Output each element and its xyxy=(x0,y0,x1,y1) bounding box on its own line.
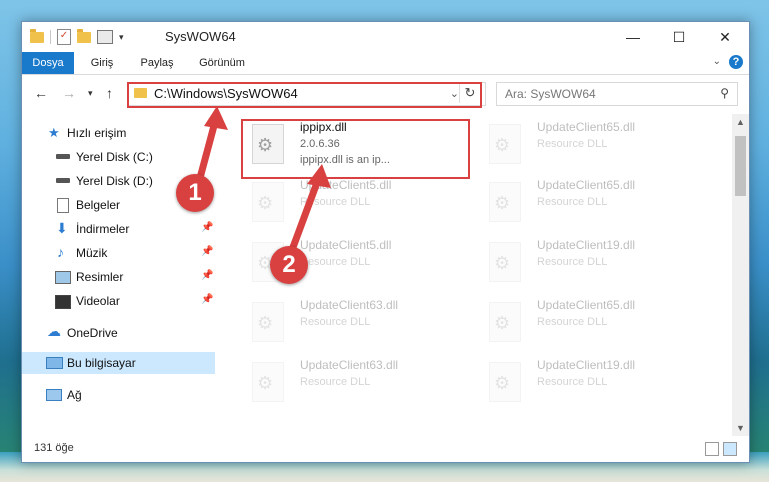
music-icon: ♪ xyxy=(57,244,64,260)
pin-icon[interactable]: 📌 xyxy=(201,270,213,281)
sidebar-item-quick-access[interactable]: ★ Hızlı erişim xyxy=(22,122,215,144)
tab-file[interactable]: Dosya xyxy=(22,52,74,74)
dll-file-icon xyxy=(489,362,521,402)
drive-icon xyxy=(56,154,70,159)
pictures-icon xyxy=(55,271,71,284)
tab-home[interactable]: Giriş xyxy=(80,52,124,74)
forward-button[interactable]: → xyxy=(62,85,76,101)
pin-icon[interactable]: 📌 xyxy=(201,246,213,257)
dll-file-icon xyxy=(252,124,284,164)
download-icon: ⬇ xyxy=(56,220,68,236)
tiles-view-icon[interactable] xyxy=(723,442,737,456)
pin-icon[interactable]: 📌 xyxy=(201,294,213,305)
expand-ribbon-icon[interactable]: ⌄ xyxy=(713,56,721,67)
properties-check-icon[interactable]: ✓ xyxy=(57,29,71,45)
status-bar: 131 öğe xyxy=(22,436,749,462)
quick-access-toolbar: ✓ ▾ xyxy=(30,28,124,45)
sidebar-item-network[interactable]: Ağ xyxy=(22,384,215,406)
file-item[interactable]: UpdateClient5.dll Resource DLL xyxy=(242,174,472,230)
details-view-icon[interactable] xyxy=(705,442,719,456)
file-item[interactable]: UpdateClient65.dll Resource DLL xyxy=(479,294,709,350)
file-item[interactable]: ippipx.dll 2.0.6.36 ippipx.dll is an ip.… xyxy=(242,116,472,172)
address-dropdown-icon[interactable]: ⌄ xyxy=(450,87,459,100)
close-button[interactable]: ✕ xyxy=(702,22,748,52)
dll-file-icon xyxy=(252,362,284,402)
search-icon[interactable]: ⚲ xyxy=(720,86,729,100)
sidebar-item-music[interactable]: ♪ Müzik 📌 xyxy=(22,242,215,264)
drive-icon xyxy=(56,178,70,183)
new-folder-icon[interactable] xyxy=(77,28,91,43)
file-item[interactable]: UpdateClient19.dll Resource DLL xyxy=(479,354,709,410)
file-item[interactable]: UpdateClient65.dll Resource DLL xyxy=(479,174,709,230)
sidebar-item-pictures[interactable]: Resimler 📌 xyxy=(22,266,215,288)
dll-file-icon xyxy=(489,124,521,164)
cloud-icon: ☁ xyxy=(47,323,61,339)
window-title: SysWOW64 xyxy=(165,29,236,44)
sidebar-item-videos[interactable]: Videolar 📌 xyxy=(22,290,215,312)
pin-icon[interactable]: 📌 xyxy=(201,222,213,233)
back-button[interactable]: ← xyxy=(34,85,48,101)
item-count: 131 öğe xyxy=(34,442,74,454)
up-button[interactable]: ↑ xyxy=(106,85,113,101)
search-box[interactable]: Ara: SysWOW64 ⚲ xyxy=(496,82,738,106)
navigation-pane: ★ Hızlı erişim Yerel Disk (C:) Yerel Dis… xyxy=(22,114,215,436)
maximize-button[interactable]: ☐ xyxy=(656,22,702,52)
tab-view[interactable]: Görünüm xyxy=(192,52,252,74)
vertical-scrollbar[interactable]: ▲ ▼ xyxy=(732,114,749,436)
scroll-up-icon[interactable]: ▲ xyxy=(736,117,745,127)
star-icon: ★ xyxy=(48,125,60,140)
step-2-badge: 2 xyxy=(270,246,308,284)
dll-file-icon xyxy=(252,302,284,342)
sidebar-item-this-pc[interactable]: Bu bilgisayar xyxy=(22,352,215,374)
sidebar-item-onedrive[interactable]: ☁ OneDrive xyxy=(22,322,215,344)
dll-file-icon xyxy=(489,242,521,282)
computer-icon xyxy=(46,357,63,369)
ribbon-tabs: Dosya Giriş Paylaş Görünüm ⌄ ? xyxy=(22,52,749,75)
folder-icon xyxy=(134,88,147,98)
explorer-window: ✓ ▾ SysWOW64 — ☐ ✕ Dosya Giriş Paylaş Gö… xyxy=(21,21,750,463)
address-bar[interactable]: C:\Windows\SysWOW64 ⌄ xyxy=(128,82,486,106)
file-item[interactable]: UpdateClient63.dll Resource DLL xyxy=(242,354,472,410)
properties-icon[interactable] xyxy=(97,30,113,44)
scroll-down-icon[interactable]: ▼ xyxy=(736,423,745,433)
dll-file-icon xyxy=(489,182,521,222)
file-item[interactable]: UpdateClient65.dll Resource DLL xyxy=(479,116,709,172)
navigation-bar: ← → ▾ ↑ C:\Windows\SysWOW64 ⌄ ↻ Ara: Sys… xyxy=(22,75,749,113)
network-icon xyxy=(46,389,62,401)
scrollbar-thumb[interactable] xyxy=(735,136,746,196)
address-path[interactable]: C:\Windows\SysWOW64 xyxy=(154,86,298,101)
tab-share[interactable]: Paylaş xyxy=(132,52,182,74)
step-1-badge: 1 xyxy=(176,174,214,212)
recent-locations-icon[interactable]: ▾ xyxy=(88,88,93,99)
divider xyxy=(50,30,51,44)
title-bar: ✓ ▾ SysWOW64 — ☐ ✕ xyxy=(22,22,749,52)
dll-file-icon xyxy=(252,182,284,222)
refresh-button[interactable]: ↻ xyxy=(459,83,480,103)
search-input[interactable]: Ara: SysWOW64 xyxy=(505,87,596,101)
video-icon xyxy=(55,295,71,309)
sidebar-item-local-disk-c[interactable]: Yerel Disk (C:) xyxy=(22,146,215,168)
customize-toolbar-icon[interactable]: ▾ xyxy=(119,32,124,43)
dll-file-icon xyxy=(489,302,521,342)
folder-icon xyxy=(30,28,44,43)
file-item[interactable]: UpdateClient19.dll Resource DLL xyxy=(479,234,709,290)
document-icon xyxy=(57,198,69,213)
sidebar-item-downloads[interactable]: ⬇ İndirmeler 📌 xyxy=(22,218,215,240)
file-item[interactable]: UpdateClient63.dll Resource DLL xyxy=(242,294,472,350)
minimize-button[interactable]: — xyxy=(610,22,656,52)
help-icon[interactable]: ? xyxy=(729,55,743,69)
